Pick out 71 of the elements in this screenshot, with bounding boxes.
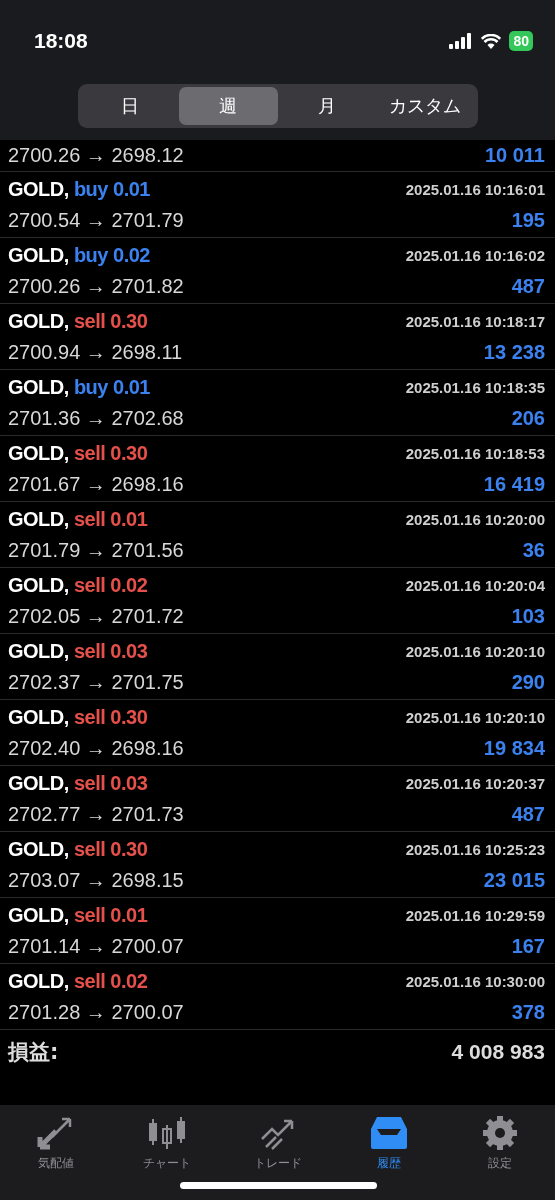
period-tab[interactable]: 週 <box>179 87 278 125</box>
period-tab[interactable]: 日 <box>80 87 179 125</box>
deal-title: GOLD, sell 0.30 <box>8 837 148 861</box>
nav-tab[interactable]: チャート <box>121 1115 212 1200</box>
deal-title: GOLD, sell 0.02 <box>8 573 148 597</box>
deal-title: GOLD, sell 0.01 <box>8 903 148 927</box>
deal-prices: 2702.77 → 2701.73 <box>8 802 184 826</box>
deal-profit: 103 <box>511 604 545 628</box>
deal-title: GOLD, buy 0.01 <box>8 177 150 201</box>
deal-title: GOLD, sell 0.01 <box>8 507 148 531</box>
deal-profit: 10 011 <box>484 144 545 167</box>
deal-title: GOLD, sell 0.30 <box>8 705 148 729</box>
deal-time: 2025.01.16 10:20:10 <box>405 708 545 726</box>
deal-profit: 290 <box>511 670 545 694</box>
deal-profit: 487 <box>511 274 545 298</box>
battery-indicator: 80 <box>509 31 533 51</box>
deal-prices: 2701.67 → 2698.16 <box>8 472 184 496</box>
wifi-icon <box>481 33 502 49</box>
deal-profit: 206 <box>511 406 545 430</box>
deal-time: 2025.01.16 10:30:00 <box>405 972 545 990</box>
nav-tab[interactable]: トレード <box>232 1115 323 1200</box>
status-time: 18:08 <box>34 29 88 53</box>
deal-profit: 19 834 <box>483 736 545 760</box>
deal-time: 2025.01.16 10:20:10 <box>405 642 545 660</box>
deal-title: GOLD, sell 0.03 <box>8 771 148 795</box>
deal-title: GOLD, buy 0.01 <box>8 375 150 399</box>
signal-icon <box>449 33 474 49</box>
period-tab[interactable]: カスタム <box>376 87 475 125</box>
deal-title: GOLD, sell 0.02 <box>8 969 148 993</box>
deal-prices: 2701.28 → 2700.07 <box>8 1000 184 1024</box>
deal-prices: 2700.26 → 2698.12 <box>8 144 184 167</box>
total-value: 4 008 983 <box>451 1040 545 1064</box>
nav-tab[interactable]: 気配値 <box>10 1115 101 1200</box>
deal-profit: 167 <box>511 934 545 958</box>
deal-profit: 16 419 <box>483 472 545 496</box>
deal-time: 2025.01.16 10:16:02 <box>405 246 545 264</box>
deal-title: GOLD, sell 0.30 <box>8 441 148 465</box>
candlestick-icon <box>146 1115 187 1151</box>
deal-time: 2025.01.16 10:20:37 <box>405 774 545 792</box>
deal-time: 2025.01.16 10:18:53 <box>405 444 545 462</box>
deal-profit: 195 <box>511 208 545 232</box>
deal-time: 2025.01.16 10:16:01 <box>405 180 545 198</box>
nav-tab[interactable]: 履歴 <box>343 1115 434 1200</box>
deal-prices: 2700.54 → 2701.79 <box>8 208 184 232</box>
deal-profit: 36 <box>522 538 545 562</box>
deal-time: 2025.01.16 10:18:35 <box>405 378 545 396</box>
deal-prices: 2702.37 → 2701.75 <box>8 670 184 694</box>
deal-profit: 487 <box>511 802 545 826</box>
deal-prices: 2701.79 → 2701.56 <box>8 538 184 562</box>
deal-time: 2025.01.16 10:20:00 <box>405 510 545 528</box>
deal-prices: 2700.26 → 2701.82 <box>8 274 184 298</box>
deal-prices: 2700.94 → 2698.11 <box>8 340 183 364</box>
deal-profit: 23 015 <box>483 868 545 892</box>
deal-prices: 2701.36 → 2702.68 <box>8 406 184 430</box>
deal-time: 2025.01.16 10:25:23 <box>405 840 545 858</box>
nav-tab[interactable]: 設定 <box>454 1115 545 1200</box>
deal-profit: 13 238 <box>483 340 545 364</box>
deal-time: 2025.01.16 10:20:04 <box>405 576 545 594</box>
inbox-icon <box>368 1115 409 1151</box>
total-label: 損益: <box>8 1039 59 1066</box>
deal-prices: 2702.05 → 2701.72 <box>8 604 184 628</box>
period-tab[interactable]: 月 <box>277 87 376 125</box>
deal-prices: 2701.14 → 2700.07 <box>8 934 184 958</box>
deal-title: GOLD, sell 0.30 <box>8 309 148 333</box>
deal-time: 2025.01.16 10:18:17 <box>405 312 545 330</box>
deal-profit: 378 <box>511 1000 545 1024</box>
deal-title: GOLD, buy 0.02 <box>8 243 150 267</box>
deal-title: GOLD, sell 0.03 <box>8 639 148 663</box>
deal-prices: 2703.07 → 2698.15 <box>8 868 184 892</box>
deal-time: 2025.01.16 10:29:59 <box>405 906 545 924</box>
deal-prices: 2702.40 → 2698.16 <box>8 736 184 760</box>
